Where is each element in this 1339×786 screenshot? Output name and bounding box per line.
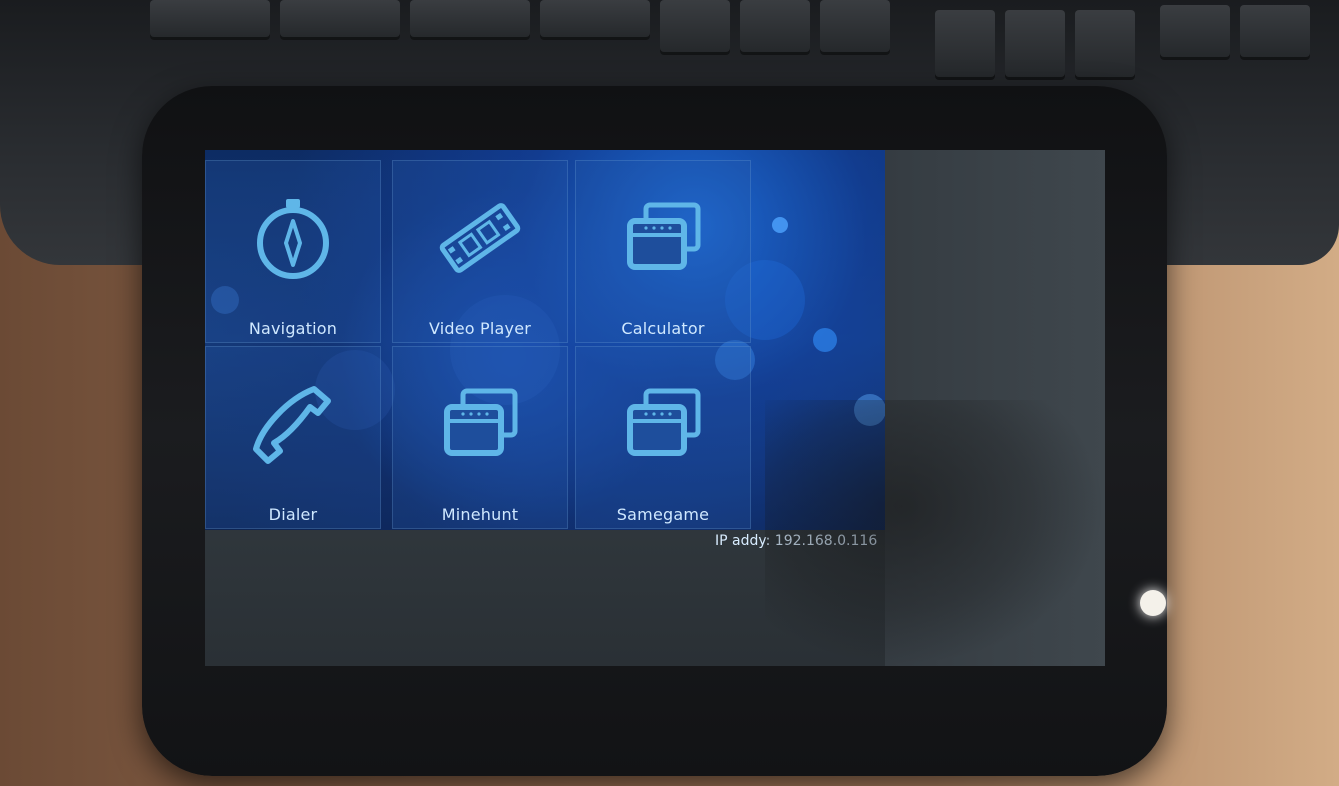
keyboard-key	[660, 0, 730, 55]
app-grid: Navigation Video Player Calculator Diale…	[205, 150, 751, 529]
film-strip-icon	[435, 193, 525, 283]
app-tile-video-player[interactable]: Video Player	[392, 160, 568, 343]
compass-icon	[248, 193, 338, 283]
app-label: Samegame	[616, 505, 710, 524]
keyboard-key	[280, 0, 400, 40]
keyboard-key	[410, 0, 530, 40]
app-label: Dialer	[268, 505, 318, 524]
phone-icon	[248, 379, 338, 469]
keyboard-key	[740, 0, 810, 55]
tablet-screen: Navigation Video Player Calculator Diale…	[205, 150, 1105, 666]
app-tile-samegame[interactable]: Samegame	[575, 346, 751, 529]
app-tile-dialer[interactable]: Dialer	[205, 346, 381, 529]
keyboard-key	[820, 0, 890, 55]
screen-reflection	[765, 400, 1105, 666]
keyboard-key	[150, 0, 270, 40]
windows-icon	[618, 193, 708, 283]
app-label: Minehunt	[441, 505, 519, 524]
windows-icon	[618, 379, 708, 469]
keyboard-key	[1075, 10, 1135, 80]
keyboard-key	[1005, 10, 1065, 80]
app-tile-navigation[interactable]: Navigation	[205, 160, 381, 343]
app-tile-calculator[interactable]: Calculator	[575, 160, 751, 343]
keyboard-key	[1160, 5, 1230, 60]
app-label: Video Player	[428, 319, 532, 338]
windows-icon	[435, 379, 525, 469]
app-label: Calculator	[621, 319, 705, 338]
app-label: Navigation	[248, 319, 338, 338]
light-glare	[1140, 590, 1166, 616]
keyboard-key	[1240, 5, 1310, 60]
keyboard-key	[540, 0, 650, 40]
keyboard-key	[935, 10, 995, 80]
app-tile-minehunt[interactable]: Minehunt	[392, 346, 568, 529]
